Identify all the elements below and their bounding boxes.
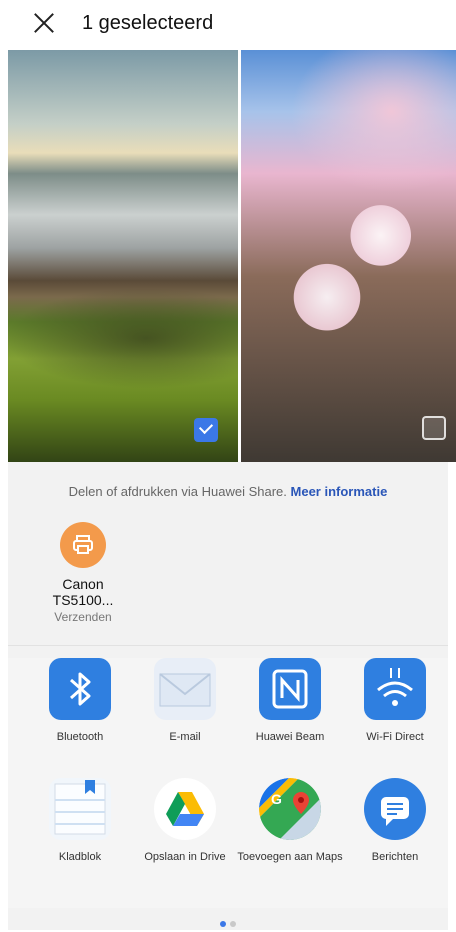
page-indicator bbox=[8, 914, 448, 932]
printer-icon bbox=[60, 522, 106, 568]
page-dot-active[interactable] bbox=[220, 921, 226, 927]
selected-checkbox-icon[interactable] bbox=[194, 418, 218, 442]
app-label: Huawei Beam bbox=[255, 731, 325, 743]
share-apps-grid: Bluetooth E-mail Huawei Beam Wi-Fi Direc… bbox=[8, 658, 448, 908]
app-huawei-beam[interactable]: Huawei Beam bbox=[235, 658, 345, 744]
blossom-photo[interactable] bbox=[241, 50, 456, 462]
app-bluetooth[interactable]: Bluetooth bbox=[25, 658, 135, 744]
more-info-link[interactable]: Meer informatie bbox=[291, 484, 388, 499]
unselected-checkbox-icon[interactable] bbox=[422, 416, 446, 440]
nfc-icon bbox=[259, 658, 321, 720]
app-kladblok[interactable]: Kladblok bbox=[25, 778, 135, 864]
app-label: Opslaan in Drive bbox=[144, 851, 226, 863]
messages-icon bbox=[364, 778, 426, 840]
printer-target[interactable]: Canon TS5100... Verzenden bbox=[38, 522, 128, 624]
selection-count-title: 1 geselecteerd bbox=[82, 11, 214, 34]
app-label: Kladblok bbox=[58, 851, 102, 863]
app-wifi-direct[interactable]: Wi-Fi Direct bbox=[340, 658, 450, 744]
email-icon bbox=[154, 658, 216, 720]
divider bbox=[8, 645, 448, 646]
bluetooth-icon bbox=[49, 658, 111, 720]
huawei-share-text: Delen of afdrukken via Huawei Share. bbox=[68, 484, 287, 499]
top-bar: 1 geselecteerd bbox=[0, 0, 456, 46]
wifi-direct-icon bbox=[364, 658, 426, 720]
app-label: Toevoegen aan Maps bbox=[237, 851, 343, 863]
page-dot[interactable] bbox=[230, 921, 236, 927]
photo-preview-strip bbox=[8, 50, 456, 462]
app-google-drive[interactable]: Opslaan in Drive bbox=[130, 778, 240, 864]
printer-status: Verzenden bbox=[54, 610, 112, 624]
close-icon[interactable] bbox=[30, 9, 58, 37]
notepad-icon bbox=[49, 778, 111, 840]
app-label: Wi-Fi Direct bbox=[366, 731, 424, 743]
app-email[interactable]: E-mail bbox=[130, 658, 240, 744]
landscape-photo[interactable] bbox=[8, 50, 238, 462]
google-maps-icon: G bbox=[259, 778, 321, 840]
svg-text:G: G bbox=[271, 791, 282, 807]
app-label: Berichten bbox=[371, 851, 419, 863]
google-drive-icon bbox=[154, 778, 216, 840]
app-google-maps[interactable]: G Toevoegen aan Maps bbox=[235, 778, 345, 864]
app-berichten[interactable]: Berichten bbox=[340, 778, 450, 864]
app-label: Bluetooth bbox=[56, 731, 104, 743]
share-sheet: Delen of afdrukken via Huawei Share. Mee… bbox=[8, 462, 448, 930]
huawei-share-info: Delen of afdrukken via Huawei Share. Mee… bbox=[8, 484, 448, 499]
printer-name-line2: TS5100... bbox=[52, 592, 114, 608]
printer-name-line1: Canon bbox=[62, 576, 104, 592]
app-label: E-mail bbox=[169, 731, 201, 743]
